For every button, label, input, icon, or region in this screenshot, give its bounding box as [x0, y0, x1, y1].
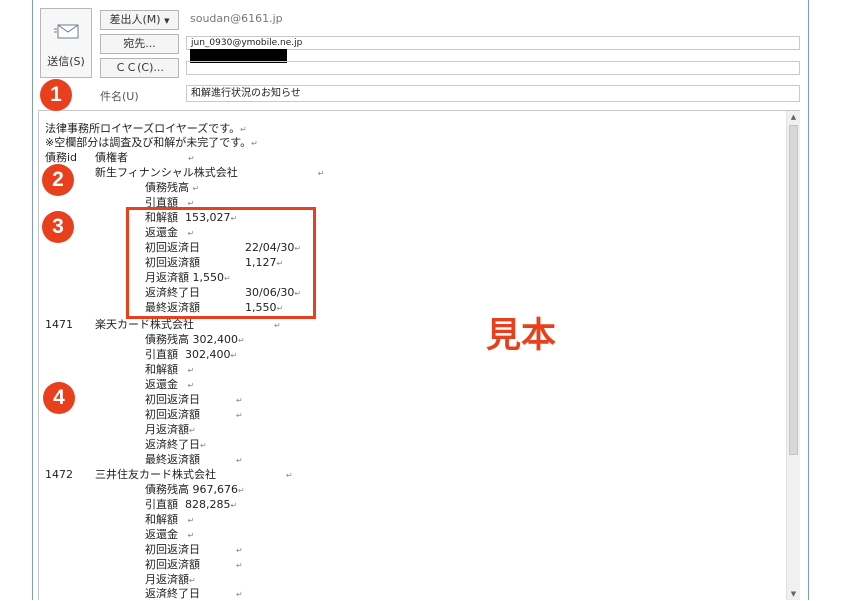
recalc-amount-row: 引直額 828,285↵ — [145, 498, 238, 511]
final-payment-row: 最終返済額 ↵ — [145, 453, 243, 466]
end-date-row: 返済終了日↵ — [145, 587, 243, 600]
creditor-name: 新生フィナンシャル株式会社 ↵ — [95, 166, 325, 179]
settlement-amount-row: 和解額 ↵ — [145, 513, 195, 526]
intro-line: ※空欄部分は調査及び和解が未完了です。↵ — [45, 136, 258, 149]
monthly-payment-row: 月返済額↵ — [145, 423, 196, 436]
refund-row: 返還金 ↵ — [145, 528, 195, 541]
from-address: soudan@6161.jp — [190, 12, 283, 25]
debt-balance-row: 債務残高 302,400↵ — [145, 333, 245, 346]
end-date-row: 返済終了日↵ — [145, 438, 207, 451]
vertical-scrollbar[interactable]: ▲ ▼ — [786, 111, 800, 600]
first-payment-amount-row: 初回返済額 ↵ — [145, 558, 243, 571]
arrow-down-icon[interactable]: ▼ — [787, 588, 800, 600]
creditor-id: 1471 — [45, 318, 73, 331]
annotation-badge-4: 4 — [43, 382, 75, 414]
scrollbar-thumb[interactable] — [789, 125, 798, 455]
creditor-id: 1472 — [45, 468, 73, 481]
cc-button[interactable]: ＣＣ(C)... — [100, 58, 179, 78]
cc-field[interactable] — [186, 61, 800, 75]
debt-balance-row: 債務残高 ↵ — [145, 181, 200, 194]
refund-row: 返還金 ↵ — [145, 378, 195, 391]
send-button[interactable]: 送信(S) — [40, 8, 92, 78]
to-button[interactable]: 宛先... — [100, 34, 179, 54]
annotation-badge-2: 2 — [42, 164, 74, 196]
monthly-payment-row: 月返済額↵ — [145, 573, 196, 586]
annotation-badge-3: 3 — [42, 211, 74, 243]
from-button[interactable]: 差出人(M) ▼ — [100, 10, 179, 30]
first-payment-date-row: 初回返済日 ↵ — [145, 393, 243, 406]
subject-field[interactable]: 和解進行状況のお知らせ — [186, 85, 800, 102]
first-payment-amount-row: 初回返済額 ↵ — [145, 408, 243, 421]
arrow-up-icon[interactable]: ▲ — [787, 111, 800, 123]
debt-balance-row: 債務残高 967,676↵ — [145, 483, 245, 496]
first-payment-date-row: 初回返済日 ↵ — [145, 543, 243, 556]
intro-line: 法律事務所ロイヤーズロイヤーズです。↵ — [45, 122, 247, 135]
sample-watermark: 見本 — [486, 316, 557, 356]
envelope-icon — [54, 24, 79, 39]
creditor-name: 三井住友カード株式会社 ↵ — [95, 468, 293, 481]
creditor-name: 楽天カード株式会社 ↵ — [95, 318, 281, 331]
subject-label: 件名(U) — [100, 90, 139, 103]
annotation-badge-1: 1 — [40, 79, 72, 111]
to-field[interactable]: jun_0930@ymobile.ne.jp — [186, 36, 800, 50]
from-button-label: 差出人(M) — [109, 13, 161, 26]
table-header-id: 債務id — [45, 151, 78, 164]
settlement-amount-row: 和解額 ↵ — [145, 363, 195, 376]
table-header-creditor: 債権者 ↵ — [95, 151, 195, 164]
chevron-down-icon: ▼ — [164, 17, 170, 25]
recalc-amount-row: 引直額 302,400↵ — [145, 348, 238, 361]
highlight-box — [126, 207, 316, 319]
send-button-label: 送信(S) — [47, 55, 85, 68]
